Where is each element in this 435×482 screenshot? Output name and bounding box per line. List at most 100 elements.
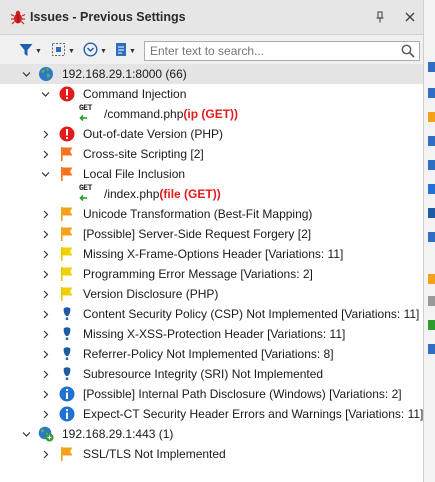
chevron-down-icon[interactable] — [39, 88, 51, 100]
info-icon — [59, 386, 75, 402]
issue-label: Version Disclosure (PHP) — [83, 287, 219, 301]
view-dropdown-button[interactable]: ▼ — [115, 42, 136, 60]
filter-icon — [19, 43, 33, 60]
chevron-down-icon[interactable] — [39, 168, 51, 180]
chevron-right-icon[interactable] — [39, 308, 51, 320]
chevron-right-icon[interactable] — [39, 368, 51, 380]
panel-title: Issues - Previous Settings — [30, 10, 186, 24]
group-dropdown-button[interactable]: ▼ — [51, 42, 75, 60]
issue-label: Missing X-Frame-Options Header [Variatio… — [83, 247, 344, 261]
panel-edge-icon — [428, 208, 435, 218]
tree-issue-node[interactable]: Cross-site Scripting [2] — [0, 144, 204, 164]
panel-edge-icon — [428, 160, 435, 170]
critical-icon — [59, 126, 75, 142]
search-input[interactable] — [145, 42, 390, 60]
panel-edge-icon — [428, 344, 435, 354]
filter-dropdown-button[interactable]: ▼ — [19, 42, 42, 60]
chevron-right-icon[interactable] — [39, 388, 51, 400]
chevron-right-icon[interactable] — [39, 348, 51, 360]
medium-flag-icon — [59, 226, 75, 242]
low-flag-icon — [59, 286, 75, 302]
chevron-down-icon[interactable] — [20, 68, 32, 80]
chevron-down-icon: ▼ — [100, 47, 107, 55]
panel-titlebar: Issues - Previous Settings — [0, 0, 423, 35]
high-flag-icon — [59, 166, 75, 182]
pin-icon[interactable] — [372, 9, 388, 25]
tree-issue-node[interactable]: Version Disclosure (PHP) — [0, 284, 218, 304]
high-flag-icon — [59, 146, 75, 162]
panel-edge-icon — [428, 232, 435, 242]
tree-issue-node[interactable]: Referrer-Policy Not Implemented [Variati… — [0, 344, 334, 364]
search-box[interactable] — [144, 41, 420, 61]
panel-edge-icon — [428, 184, 435, 194]
issue-label: [Possible] Server-Side Request Forgery [… — [83, 227, 312, 241]
chevron-right-icon[interactable] — [39, 248, 51, 260]
tree-issue-node[interactable]: SSL/TLS Not Implemented — [0, 444, 226, 464]
panel-edge-icon — [428, 112, 435, 122]
critical-icon — [59, 86, 75, 102]
tree-issue-node[interactable]: Out-of-date Version (PHP) — [0, 124, 223, 144]
tree-issue-node[interactable]: Missing X-XSS-Protection Header [Variati… — [0, 324, 345, 344]
chevron-right-icon[interactable] — [39, 328, 51, 340]
tree-host-node[interactable]: 192.168.29.1:443 (1) — [0, 424, 423, 444]
issue-label: Missing X-XSS-Protection Header [Variati… — [83, 327, 346, 341]
tree-issue-node[interactable]: Content Security Policy (CSP) Not Implem… — [0, 304, 419, 324]
tree-request-node[interactable]: GET /command.php (ip (GET)) — [0, 104, 238, 124]
info-icon — [59, 406, 75, 422]
search-icon[interactable] — [401, 44, 415, 61]
tree-issue-node[interactable]: [Possible] Server-Side Request Forgery [… — [0, 224, 311, 244]
panel-edge-icon — [428, 296, 435, 306]
best-practice-icon — [59, 366, 75, 382]
panel-edge-icon — [428, 320, 435, 330]
chevron-right-icon[interactable] — [39, 268, 51, 280]
low-flag-icon — [59, 246, 75, 262]
tree-issue-node[interactable]: Local File Inclusion — [0, 164, 185, 184]
panel-edge-icon — [428, 274, 435, 284]
tree-issue-node[interactable]: Expect-CT Security Header Errors and War… — [0, 404, 423, 424]
group-icon — [51, 42, 66, 60]
panel-edge-icon — [428, 62, 435, 72]
chevron-down-icon: ▼ — [129, 47, 136, 55]
chevron-right-icon[interactable] — [39, 128, 51, 140]
issue-label: Command Injection — [83, 87, 187, 101]
globe-icon — [38, 66, 54, 82]
tree-host-node[interactable]: 192.168.29.1:8000 (66) — [0, 64, 423, 84]
issue-label: Unicode Transformation (Best-Fit Mapping… — [83, 207, 313, 221]
panel-edge-icon — [428, 136, 435, 146]
navigate-dropdown-button[interactable]: ▼ — [83, 42, 107, 60]
issue-label: SSL/TLS Not Implemented — [83, 447, 226, 461]
best-practice-icon — [59, 306, 75, 322]
close-icon[interactable] — [402, 9, 418, 25]
issue-label: Out-of-date Version (PHP) — [83, 127, 224, 141]
chevron-right-icon[interactable] — [39, 408, 51, 420]
issue-label: Cross-site Scripting [2] — [83, 147, 204, 161]
circle-chevron-icon — [83, 42, 98, 60]
chevron-down-icon: ▼ — [68, 47, 75, 55]
request-path: /index.php — [104, 187, 160, 201]
chevron-right-icon[interactable] — [39, 208, 51, 220]
tree-issue-node[interactable]: [Possible] Internal Path Disclosure (Win… — [0, 384, 402, 404]
chevron-down-icon: ▼ — [35, 47, 42, 55]
medium-flag-icon — [59, 446, 75, 462]
tree-issue-node[interactable]: Unicode Transformation (Best-Fit Mapping… — [0, 204, 312, 224]
chevron-right-icon[interactable] — [39, 288, 51, 300]
issue-label: Referrer-Policy Not Implemented [Variati… — [83, 347, 334, 361]
tree-issue-node[interactable]: Programming Error Message [Variations: 2… — [0, 264, 313, 284]
best-practice-icon — [59, 326, 75, 342]
issue-label: Local File Inclusion — [83, 167, 186, 181]
request-path: /command.php — [104, 107, 184, 121]
tree-issue-node[interactable]: Missing X-Frame-Options Header [Variatio… — [0, 244, 343, 264]
issue-label: Expect-CT Security Header Errors and War… — [83, 407, 424, 421]
request-parameter: (ip (GET)) — [183, 107, 239, 121]
chevron-down-icon[interactable] — [20, 428, 32, 440]
bug-icon — [10, 9, 26, 25]
tree-issue-node[interactable]: Subresource Integrity (SRI) Not Implemen… — [0, 364, 323, 384]
host-label: 192.168.29.1:8000 (66) — [62, 67, 187, 81]
tree-request-node[interactable]: GET /index.php (file (GET)) — [0, 184, 221, 204]
best-practice-icon — [59, 346, 75, 362]
chevron-right-icon[interactable] — [39, 448, 51, 460]
chevron-right-icon[interactable] — [39, 148, 51, 160]
chevron-right-icon[interactable] — [39, 228, 51, 240]
tree-issue-node[interactable]: Command Injection — [0, 84, 186, 104]
issues-tree: 192.168.29.1:8000 (66) Command Injection… — [0, 64, 423, 482]
